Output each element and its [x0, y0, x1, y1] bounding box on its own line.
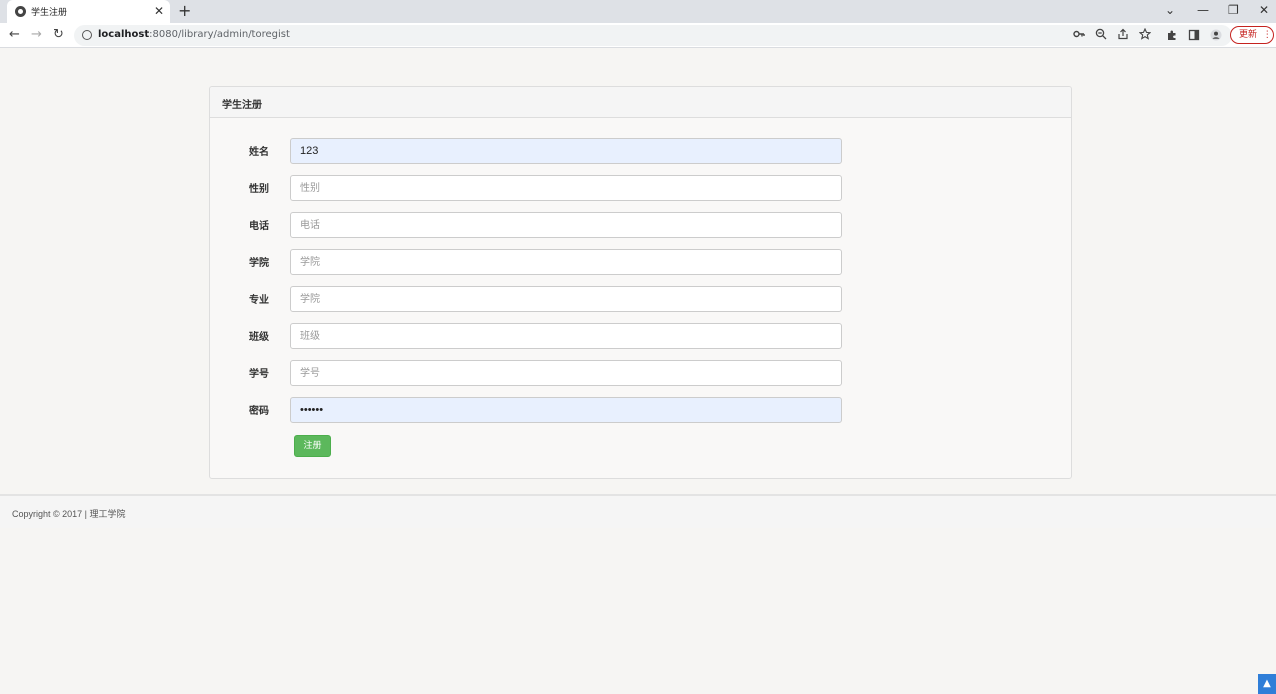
- form-row-name: 姓名: [210, 138, 1073, 164]
- minimize-button[interactable]: —: [1197, 2, 1209, 18]
- panel-title: 学生注册: [210, 87, 1071, 118]
- form-row-password: 密码: [210, 397, 1073, 423]
- password-input[interactable]: [290, 397, 842, 423]
- phone-label: 电话: [249, 221, 269, 232]
- url-host: localhost: [98, 29, 150, 40]
- form-row-college: 学院: [210, 249, 1073, 275]
- registration-panel: 学生注册 姓名 性别 电话 学院 专业 班级 学号 密码 注册: [209, 86, 1072, 479]
- url-text: localhost:8080/library/admin/toregist: [98, 29, 290, 40]
- phone-input[interactable]: [290, 212, 842, 238]
- major-label: 专业: [249, 295, 269, 306]
- close-window-button[interactable]: ✕: [1259, 2, 1269, 18]
- reload-button[interactable]: ↻: [53, 27, 64, 43]
- gender-input[interactable]: [290, 175, 842, 201]
- share-icon[interactable]: [1117, 28, 1129, 44]
- key-icon[interactable]: [1073, 28, 1085, 44]
- browser-tab[interactable]: 学生注册 ✕: [7, 0, 170, 23]
- tab-search-icon[interactable]: ⌄: [1165, 2, 1175, 18]
- form-row-student-id: 学号: [210, 360, 1073, 386]
- back-button[interactable]: ←: [9, 27, 20, 43]
- form-row-major: 专业: [210, 286, 1073, 312]
- class-input[interactable]: [290, 323, 842, 349]
- star-icon[interactable]: [1138, 27, 1152, 44]
- student-id-input[interactable]: [290, 360, 842, 386]
- new-tab-button[interactable]: +: [178, 1, 191, 21]
- chevron-up-icon: ▲: [1263, 678, 1271, 689]
- forward-button[interactable]: →: [31, 27, 42, 43]
- zoom-icon[interactable]: [1095, 28, 1107, 44]
- name-input[interactable]: [290, 138, 842, 164]
- globe-icon: [15, 6, 26, 17]
- browser-tab-bar: 学生注册 ✕ + ⌄ — ❐ ✕: [0, 0, 1276, 23]
- college-label: 学院: [249, 258, 269, 269]
- scroll-to-top-button[interactable]: ▲: [1258, 674, 1276, 694]
- major-input[interactable]: [290, 286, 842, 312]
- gender-label: 性别: [249, 184, 269, 195]
- form-row-class: 班级: [210, 323, 1073, 349]
- college-input[interactable]: [290, 249, 842, 275]
- copyright-text: Copyright © 2017 | 理工学院: [12, 509, 126, 519]
- address-bar[interactable]: localhost:8080/library/admin/toregist: [74, 25, 1232, 46]
- form-row-phone: 电话: [210, 212, 1073, 238]
- url-path: :8080/library/admin/toregist: [149, 29, 290, 40]
- student-id-label: 学号: [249, 369, 269, 380]
- side-panel-icon[interactable]: [1188, 29, 1200, 45]
- class-label: 班级: [249, 332, 269, 343]
- register-button[interactable]: 注册: [294, 435, 331, 457]
- update-label: 更新: [1239, 30, 1258, 40]
- browser-toolbar: ← → ↻ localhost:8080/library/admin/toreg…: [0, 23, 1276, 48]
- restore-button[interactable]: ❐: [1228, 2, 1239, 18]
- menu-dots-icon: ⋮: [1262, 30, 1272, 40]
- extensions-icon[interactable]: [1166, 29, 1178, 45]
- footer: Copyright © 2017 | 理工学院: [0, 494, 1276, 528]
- site-info-icon[interactable]: [82, 30, 92, 40]
- name-label: 姓名: [249, 147, 269, 158]
- tab-title: 学生注册: [31, 8, 68, 18]
- profile-icon[interactable]: [1210, 29, 1222, 45]
- tab-close-icon[interactable]: ✕: [154, 3, 164, 19]
- form-row-gender: 性别: [210, 175, 1073, 201]
- update-button[interactable]: 更新 ⋮: [1230, 26, 1274, 44]
- password-label: 密码: [249, 406, 269, 417]
